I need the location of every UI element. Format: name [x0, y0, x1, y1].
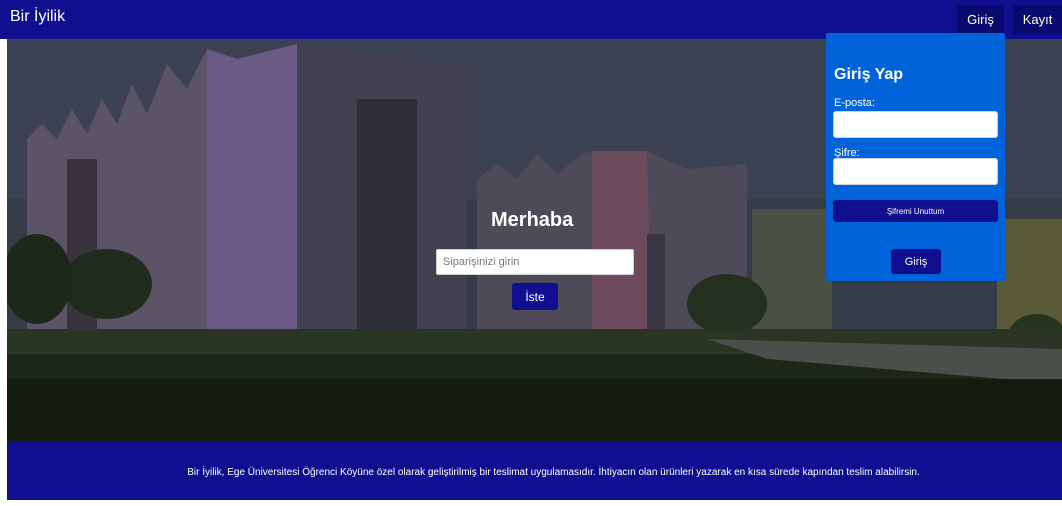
password-field[interactable] [833, 158, 998, 185]
footer-description: Bir İyilik, Ege Üniversitesi Öğrenci Köy… [187, 467, 920, 478]
order-input[interactable] [436, 249, 634, 275]
order-submit-button[interactable]: İste [512, 283, 558, 310]
nav-register-button[interactable]: Kayıt [1013, 5, 1062, 34]
login-submit-button[interactable]: Giriş [891, 249, 941, 274]
email-label: E-posta: [834, 97, 875, 109]
email-field[interactable] [833, 111, 998, 138]
footer: Bir İyilik, Ege Üniversitesi Öğrenci Köy… [7, 441, 1062, 500]
login-title: Giriş Yap [834, 66, 904, 83]
nav-login-button[interactable]: Giriş [957, 5, 1004, 34]
hero-greeting: Merhaba [491, 209, 574, 231]
forgot-password-button[interactable]: Şifremi Unuttum [833, 200, 998, 222]
brand-title[interactable]: Bir İyilik [10, 8, 65, 26]
login-panel: Giriş Yap E-posta: Şifre: Şifremi Unuttu… [826, 33, 1005, 281]
